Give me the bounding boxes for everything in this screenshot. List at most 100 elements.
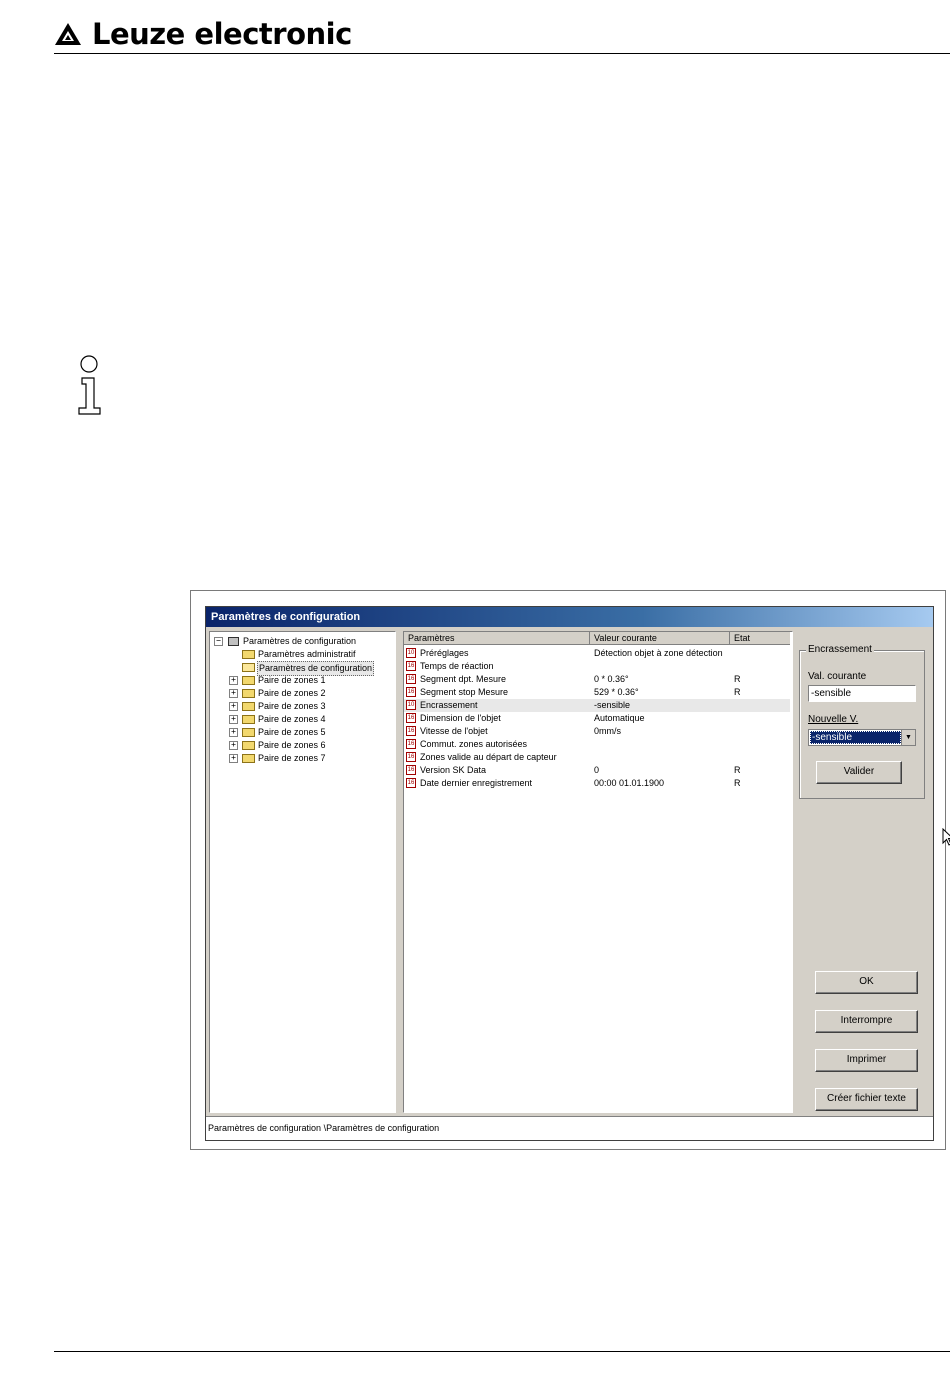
tree-item-zone-1[interactable]: + Paire de zones 1 xyxy=(210,674,390,687)
print-button[interactable]: Imprimer xyxy=(815,1049,918,1072)
parameter-icon: 16 xyxy=(406,713,416,723)
tree-item-zone-2[interactable]: + Paire de zones 2 xyxy=(210,687,390,700)
folder-icon xyxy=(242,741,255,750)
param-value: Automatique xyxy=(594,713,645,723)
parameter-grid[interactable]: Paramètres Valeur courante Etat 10 Préré… xyxy=(403,631,950,1113)
expand-icon[interactable]: + xyxy=(229,676,238,685)
table-row[interactable]: 16 Temps de réaction xyxy=(404,660,790,673)
expand-icon[interactable]: + xyxy=(229,689,238,698)
column-header-state[interactable]: Etat xyxy=(730,632,790,645)
status-bar: Paramètres de configuration \Paramètres … xyxy=(206,1116,933,1140)
expand-icon[interactable]: + xyxy=(229,702,238,711)
table-row[interactable]: 16 Segment stop Mesure 529 * 0.36° R xyxy=(404,686,790,699)
parameter-icon: 16 xyxy=(406,739,416,749)
tree-root[interactable]: − Paramètres de configuration xyxy=(210,635,390,648)
param-name: Préréglages xyxy=(420,648,469,658)
tree-item-label: Paire de zones 6 xyxy=(258,740,326,750)
tree-root-label: Paramètres de configuration xyxy=(243,636,357,646)
folder-icon xyxy=(242,650,255,659)
config-tree[interactable]: − Paramètres de configuration Paramètres… xyxy=(209,631,396,1113)
table-row[interactable]: 16 Segment dpt. Mesure 0 * 0.36° R xyxy=(404,673,790,686)
column-header-value[interactable]: Valeur courante xyxy=(590,632,730,645)
param-name: Encrassement xyxy=(420,700,478,710)
param-value: 529 * 0.36° xyxy=(594,687,639,697)
param-name: Dimension de l'objet xyxy=(420,713,501,723)
param-state: R xyxy=(734,765,741,775)
tree-item-config[interactable]: Paramètres de configuration xyxy=(210,661,390,676)
new-value-label: Nouvelle V. xyxy=(808,714,859,725)
config-window: Paramètres de configuration − Paramètres… xyxy=(205,606,950,1141)
expand-icon[interactable]: + xyxy=(229,754,238,763)
parameter-icon: 16 xyxy=(406,661,416,671)
tree-item-label: Paire de zones 3 xyxy=(258,701,326,711)
param-name: Zones valide au départ de capteur xyxy=(420,752,557,762)
tree-item-label: Paire de zones 5 xyxy=(258,727,326,737)
param-value: 0 * 0.36° xyxy=(594,674,629,684)
table-row[interactable]: 16 Version SK Data 0 R xyxy=(404,764,790,777)
new-value-select[interactable]: -sensible ▼ xyxy=(808,729,916,746)
tree-item-zone-7[interactable]: + Paire de zones 7 xyxy=(210,752,390,765)
param-name: Segment stop Mesure xyxy=(420,687,509,697)
param-name: Commut. zones autorisées xyxy=(420,739,528,749)
param-value: 00:00 01.01.1900 xyxy=(594,778,665,788)
window-title: Paramètres de configuration xyxy=(206,607,933,627)
parameter-icon: 16 xyxy=(406,778,416,788)
leuze-logo-icon xyxy=(55,23,81,45)
param-value: 0 xyxy=(594,765,600,775)
header-rule xyxy=(54,53,950,54)
folder-icon xyxy=(242,728,255,737)
parameter-icon: 16 xyxy=(406,765,416,775)
table-row[interactable]: 16 Zones valide au départ de capteur xyxy=(404,751,790,764)
open-folder-icon xyxy=(242,663,255,672)
parameter-icon: 16 xyxy=(406,687,416,697)
param-value: Détection objet à zone détection xyxy=(594,648,723,658)
config-screenshot: Paramètres de configuration − Paramètres… xyxy=(190,590,950,1150)
dropdown-arrow-icon[interactable]: ▼ xyxy=(901,730,915,745)
tree-item-zone-3[interactable]: + Paire de zones 3 xyxy=(210,700,390,713)
table-row[interactable]: 16 Dimension de l'objet Automatique xyxy=(404,712,790,725)
parameter-icon: 16 xyxy=(406,726,416,736)
param-name: Vitesse de l'objet xyxy=(420,726,488,736)
footer-rule xyxy=(54,1351,950,1352)
param-state: R xyxy=(734,687,741,697)
expand-icon[interactable]: + xyxy=(229,715,238,724)
table-row[interactable]: 16 Commut. zones autorisées xyxy=(404,738,790,751)
edit-panel: Encrassement Val. courante -sensible Nou… xyxy=(799,631,929,1111)
table-row-selected[interactable]: 10 Encrassement -sensible xyxy=(404,699,790,712)
expand-icon[interactable]: + xyxy=(229,728,238,737)
param-name: Date dernier enregistrement xyxy=(420,778,533,788)
folder-icon xyxy=(242,689,255,698)
folder-icon xyxy=(242,754,255,763)
info-icon xyxy=(78,355,101,415)
table-row[interactable]: 16 Date dernier enregistrement 00:00 01.… xyxy=(404,777,790,790)
encrassement-group: Encrassement Val. courante -sensible Nou… xyxy=(799,644,925,799)
table-row[interactable]: 16 Vitesse de l'objet 0mm/s xyxy=(404,725,790,738)
abort-button[interactable]: Interrompre xyxy=(815,1010,918,1033)
group-title: Encrassement xyxy=(806,644,874,655)
parameter-icon: 16 xyxy=(406,752,416,762)
brand-name: Leuze electronic xyxy=(92,17,352,51)
folder-icon xyxy=(242,676,255,685)
tree-item-admin[interactable]: Paramètres administratif xyxy=(210,648,390,661)
tree-item-zone-5[interactable]: + Paire de zones 5 xyxy=(210,726,390,739)
param-state: R xyxy=(734,674,741,684)
current-value-field[interactable]: -sensible xyxy=(808,685,916,702)
tree-item-zone-4[interactable]: + Paire de zones 4 xyxy=(210,713,390,726)
parameter-icon: 16 xyxy=(406,674,416,684)
tree-item-label: Paire de zones 1 xyxy=(258,675,326,685)
validate-button[interactable]: Valider xyxy=(816,761,902,784)
ok-button[interactable]: OK xyxy=(815,971,918,994)
table-row[interactable]: 10 Préréglages Détection objet à zone dé… xyxy=(404,647,790,660)
computer-icon xyxy=(228,637,239,646)
new-value-selected: -sensible xyxy=(810,731,901,744)
folder-icon xyxy=(242,702,255,711)
expand-icon[interactable]: + xyxy=(229,741,238,750)
create-text-file-button[interactable]: Créer fichier texte xyxy=(815,1088,918,1111)
column-header-param[interactable]: Paramètres xyxy=(404,632,590,645)
param-name: Version SK Data xyxy=(420,765,487,775)
current-value-label: Val. courante xyxy=(808,671,867,682)
param-value: -sensible xyxy=(594,700,631,710)
collapse-icon[interactable]: − xyxy=(214,637,223,646)
tree-item-label: Paire de zones 2 xyxy=(258,688,326,698)
tree-item-zone-6[interactable]: + Paire de zones 6 xyxy=(210,739,390,752)
